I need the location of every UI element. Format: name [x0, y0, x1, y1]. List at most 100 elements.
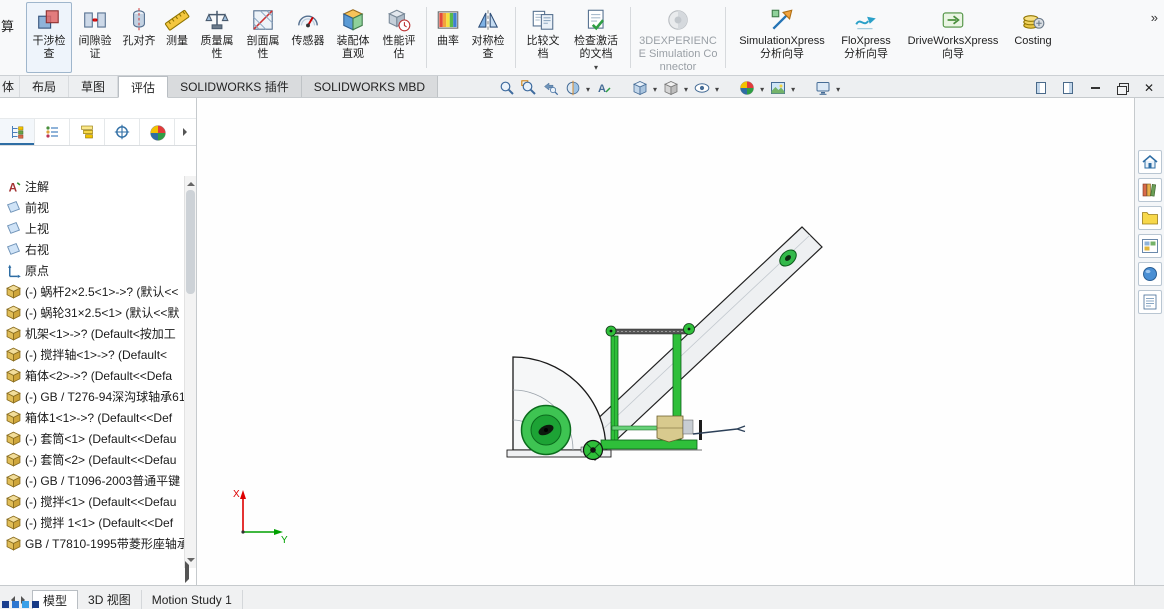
tree-item-component[interactable]: (-) 搅拌轴<1>->? (Default< [0, 344, 185, 365]
part-icon [6, 368, 21, 383]
zoom-to-area-icon[interactable] [520, 79, 537, 96]
restore-icon[interactable] [1115, 81, 1129, 95]
ribbon-button-symmetry-check[interactable]: 对称检查 [465, 2, 511, 73]
tree-item-component[interactable]: GB / T7810-1995带菱形座轴承 [0, 533, 185, 554]
zoom-to-fit-icon[interactable] [498, 79, 515, 96]
close-icon[interactable] [1142, 81, 1156, 95]
taskbar-icon [12, 601, 19, 608]
tree-item-component[interactable]: 箱体1<1>->? (Default<<Def [0, 407, 185, 428]
displaymanager-icon[interactable] [140, 119, 175, 145]
ribbon-button-assembly-visualization[interactable]: 装配体直观 [330, 2, 376, 73]
ribbon-button-simulationxpress[interactable]: SimulationXpress 分析向导 [730, 2, 834, 73]
part-icon [6, 431, 21, 446]
ribbon-button-costing[interactable]: Costing [1008, 2, 1058, 73]
previous-view-icon[interactable] [542, 79, 559, 96]
pane-right-icon[interactable] [1061, 81, 1075, 95]
scroll-up-icon[interactable] [185, 176, 196, 188]
ribbon-button-check-active-document[interactable]: 检查激活的文档 [566, 2, 626, 73]
appearances-scenes-icon[interactable] [1137, 262, 1162, 286]
tree-item-component[interactable]: (-) GB / T276-94深沟球轴承61 [0, 386, 185, 407]
tree-item-component[interactable]: (-) 搅拌<1> (Default<<Defau [0, 491, 185, 512]
hide-show-items-icon[interactable] [693, 79, 710, 96]
ribbon-button-3dexperience-connector[interactable]: 3DEXPERIENCE Simulation Connector [635, 2, 721, 73]
home-icon[interactable] [1137, 150, 1162, 174]
view-settings-icon[interactable] [814, 79, 831, 96]
ribbon-separator [426, 7, 427, 68]
tree-item-origin[interactable]: 原点 [0, 260, 185, 281]
ribbon-button-curvature[interactable]: 曲率 [431, 2, 465, 73]
tree-item-component[interactable]: (-) 蜗杆2×2.5<1>->? (默认<< [0, 281, 185, 302]
tab-layout[interactable]: 布局 [20, 76, 70, 97]
apply-scene-icon[interactable] [769, 79, 786, 96]
display-style-icon[interactable] [662, 79, 679, 96]
ribbon-button-interference-check[interactable]: 干涉检查 [26, 2, 72, 73]
ribbon-button-compare-documents[interactable]: 比较文档 [520, 2, 566, 73]
svg-text:A: A [598, 83, 606, 95]
dimxpertmanager-icon[interactable] [105, 119, 140, 145]
tab-3d-views[interactable]: 3D 视图 [78, 590, 142, 609]
dropdown-caret-icon [653, 81, 657, 95]
tree-item-component[interactable]: (-) 套筒<1> (Default<<Defau [0, 428, 185, 449]
tab-sketch[interactable]: 草图 [69, 76, 119, 97]
propertymanager-icon[interactable] [35, 119, 70, 145]
custom-properties-icon[interactable] [1137, 290, 1162, 314]
annotation-views-icon[interactable]: A [595, 79, 612, 96]
tree-item-component[interactable]: 箱体<2>->? (Default<<Defa [0, 365, 185, 386]
tree-item-component[interactable]: (-) GB / T1096-2003普通平键 [0, 470, 185, 491]
featuremanager-tree-icon[interactable] [0, 119, 35, 145]
tree-item-component[interactable]: (-) 套筒<2> (Default<<Defau [0, 449, 185, 470]
tree-item-right-plane[interactable]: 右视 [0, 239, 185, 260]
scrollbar-thumb[interactable] [186, 190, 195, 294]
tab-solidworks-addins[interactable]: SOLIDWORKS 插件 [168, 76, 302, 97]
ribbon-button-section-properties[interactable]: 剖面属性 [240, 2, 286, 73]
file-explorer-icon[interactable] [1137, 206, 1162, 230]
part-icon [6, 536, 21, 551]
assembly-visualization-icon [339, 6, 367, 34]
view-orientation-icon[interactable] [631, 79, 648, 96]
tree-item-component[interactable]: (-) 搅拌 1<1> (Default<<Def [0, 512, 185, 533]
tree-item-label: 箱体<2>->? (Default<<Defa [25, 369, 173, 383]
design-library-icon[interactable] [1137, 178, 1162, 202]
ribbon-button-label: 干涉检查 [32, 35, 66, 60]
ribbon-button-label: 间隙验证 [78, 35, 112, 60]
graphics-viewport[interactable]: X Y [197, 98, 1134, 585]
document-window-controls [1034, 79, 1156, 96]
ribbon-toolbar: 算 干涉检查 间隙验证 孔对齐 测量 质量属性 剖面属性 传感器 装配体直观 性… [0, 0, 1164, 76]
ribbon-button-clearance-verification[interactable]: 间隙验证 [72, 2, 118, 73]
ribbon-overflow-chevron[interactable]: » [1151, 10, 1158, 25]
tree-scrollbar[interactable] [184, 176, 196, 568]
tab-evaluate[interactable]: 评估 [118, 76, 169, 98]
configurationmanager-icon[interactable] [70, 119, 105, 145]
plane-icon [6, 242, 21, 257]
ribbon-button-performance-evaluation[interactable]: 性能评估 [376, 2, 422, 73]
edit-appearance-icon[interactable] [738, 79, 755, 96]
section-view-icon[interactable] [564, 79, 581, 96]
ribbon-button-hole-alignment[interactable]: 孔对齐 [118, 2, 160, 73]
ribbon-button-sensor[interactable]: 传感器 [286, 2, 330, 73]
tab-motion-study-1[interactable]: Motion Study 1 [142, 590, 243, 609]
drive-disc [520, 404, 572, 456]
ribbon-button-label: 检查激活的文档 [574, 35, 618, 60]
tree-item-top-plane[interactable]: 上视 [0, 218, 185, 239]
tab-solidworks-mbd[interactable]: SOLIDWORKS MBD [301, 76, 439, 97]
tree-item-label: 右视 [25, 243, 50, 257]
panel-expand-chevron-icon[interactable] [185, 561, 193, 583]
ribbon-button-floxpress[interactable]: FloXpress 分析向导 [834, 2, 898, 73]
part-icon [6, 326, 21, 341]
ribbon-separator [725, 7, 726, 68]
ribbon-button-mass-properties[interactable]: 质量属性 [194, 2, 240, 73]
part-icon [6, 515, 21, 530]
tree-item-front-plane[interactable]: 前视 [0, 197, 185, 218]
tree-item-annotations[interactable]: 注解 [0, 176, 185, 197]
tree-item-component[interactable]: (-) 蜗轮31×2.5<1> (默认<<默 [0, 302, 185, 323]
ribbon-button-measure[interactable]: 测量 [160, 2, 194, 73]
view-palette-icon[interactable] [1137, 234, 1162, 258]
tree-item-label: 注解 [25, 180, 50, 194]
triad-y-label: Y [281, 535, 288, 546]
featuremanager-flyout-chevron-icon[interactable] [178, 119, 196, 145]
pane-left-icon[interactable] [1034, 81, 1048, 95]
tree-item-component[interactable]: 机架<1>->? (Default<按加工 [0, 323, 185, 344]
minimize-icon[interactable] [1088, 81, 1102, 95]
tab-assembly-clipped[interactable]: 体 [0, 76, 21, 97]
ribbon-button-driveworksxpress[interactable]: DriveWorksXpress 向导 [898, 2, 1008, 73]
